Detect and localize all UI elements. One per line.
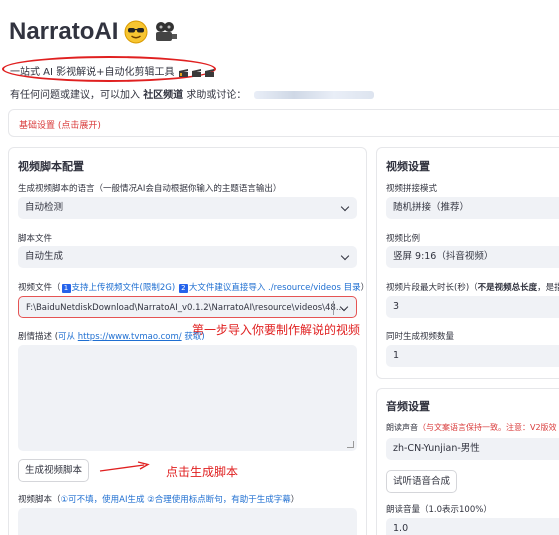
voice-label: 朗读声音（与文案语言保持一致。注意：V2版效: [386, 422, 557, 433]
script-textarea[interactable]: [18, 508, 357, 535]
plot-label-prefix: 剧情描述 (: [18, 332, 59, 342]
video-file-label: 视频文件（ 1 支持上传视频文件(限制2G) 2 大文件建议直接导入 ./resour…: [18, 281, 369, 293]
sunglasses-icon: [124, 20, 148, 44]
blurred-contact: [253, 91, 374, 99]
app-title: NarratoAI: [9, 18, 178, 46]
app-subtitle: 一站式 AI 影视解说+自动化剪辑工具: [10, 63, 218, 78]
keycap-1-icon: 1: [61, 284, 71, 293]
plot-label-from: 可从: [58, 332, 76, 342]
keycap-2-icon: 2: [178, 284, 188, 293]
chevron-down-icon: [340, 202, 350, 212]
clip-label-bold: 不是视频总长度: [477, 283, 538, 293]
audio-settings-title: 音频设置: [386, 400, 430, 413]
volume-label: 朗读音量（1.0表示100%）: [386, 505, 492, 515]
contact-bold: 社区频道: [143, 90, 184, 101]
contact-prefix: 有任何问题或建议，可以加入: [10, 90, 140, 101]
plot-label: 剧情描述 (可从 https://www.tvmao.com/ 获取): [18, 330, 205, 342]
script-label-suffix: ）: [290, 495, 300, 505]
volume-input[interactable]: 1.0: [386, 518, 559, 535]
script-config-title: 视频脚本配置: [18, 160, 84, 173]
clip-duration-input[interactable]: 3: [386, 296, 559, 318]
select-separator: [333, 301, 334, 315]
clip-label-prefix: 视频片段最大时长(秒)（: [386, 283, 478, 293]
voice-label-note: （与文案语言保持一致。注意：V2版效: [418, 423, 557, 432]
video-file-note1: 支持上传视频文件(限制2G): [71, 283, 176, 293]
script-file-label: 脚本文件: [18, 234, 53, 244]
script-label: 视频脚本（①可不填，使用AI生成 ②合理使用标点断句，有助于生成字幕）: [18, 493, 299, 505]
generate-script-button[interactable]: 生成视频脚本: [18, 459, 89, 482]
script-label-prefix: 视频脚本（: [18, 495, 61, 505]
concat-select[interactable]: 随机拼接（推荐）: [386, 197, 559, 219]
script-file-value: 自动生成: [25, 251, 64, 262]
video-file-note2: 大文件建议直接导入 ./resource/videos 目录: [188, 283, 361, 293]
app-title-text: NarratoAI: [9, 18, 119, 45]
voice-value: zh-CN-Yunjian-男性: [393, 443, 480, 454]
voice-select[interactable]: zh-CN-Yunjian-男性: [386, 438, 559, 460]
ratio-value: 竖屏 9:16（抖音视频）: [393, 251, 494, 262]
chevron-down-icon: [340, 251, 350, 261]
annotation-step2: 点击生成脚本: [166, 465, 239, 479]
app-subtitle-text: 一站式 AI 影视解说+自动化剪辑工具: [10, 67, 175, 78]
plot-label-suffix: 获取): [184, 332, 205, 342]
clapper-icon: [178, 69, 214, 77]
film-projector-icon: [154, 20, 178, 44]
basic-settings-expander[interactable]: 基础设置 (点击展开): [8, 109, 559, 137]
test-voice-button[interactable]: 试听语音合成: [386, 470, 457, 493]
ratio-select[interactable]: 竖屏 9:16（抖音视频）: [386, 246, 559, 268]
ratio-label: 视频比例: [386, 234, 421, 244]
video-file-value: F:\BaiduNetdiskDownload\NarratoAI_v0.1.2…: [26, 303, 347, 313]
video-file-select[interactable]: F:\BaiduNetdiskDownload\NarratoAI_v0.1.2…: [18, 296, 357, 318]
contact-line: 有任何问题或建议，可以加入 社区频道 求助或讨论：: [10, 86, 374, 101]
video-file-label-prefix: 视频文件（: [18, 283, 61, 293]
lang-label: 生成视频脚本的语言（一般情况AI会自动根据你输入的主题语言输出）: [18, 184, 282, 194]
video-count-input[interactable]: 1: [386, 345, 559, 367]
tvmao-link[interactable]: https://www.tvmao.com/: [78, 332, 182, 342]
plot-textarea[interactable]: [18, 345, 357, 451]
lang-select-value: 自动检测: [25, 202, 64, 213]
video-file-label-suffix: ）: [360, 283, 370, 293]
contact-suffix: 求助或讨论：: [186, 90, 247, 101]
resize-handle-icon[interactable]: [347, 441, 354, 448]
concat-label: 视频拼接模式: [386, 184, 438, 194]
annotation-step1: 第一步导入你要制作解说的视频: [192, 323, 361, 337]
video-settings-title: 视频设置: [386, 160, 430, 173]
lang-select[interactable]: 自动检测: [18, 197, 357, 219]
voice-label-prefix: 朗读声音: [386, 423, 418, 432]
annotation-arrow-icon: [99, 461, 150, 472]
script-file-select[interactable]: 自动生成: [18, 246, 357, 268]
clip-duration-label: 视频片段最大时长(秒)（不是视频总长度，是指每: [386, 281, 559, 293]
script-label-note: ①可不填，使用AI生成 ②合理使用标点断句，有助于生成字幕: [60, 495, 291, 505]
expander-label: 基础设置 (点击展开): [19, 121, 101, 131]
video-count-label: 同时生成视频数量: [386, 332, 455, 342]
clip-label-suffix: ，是指每: [537, 283, 559, 293]
concat-value: 随机拼接（推荐）: [393, 202, 470, 213]
